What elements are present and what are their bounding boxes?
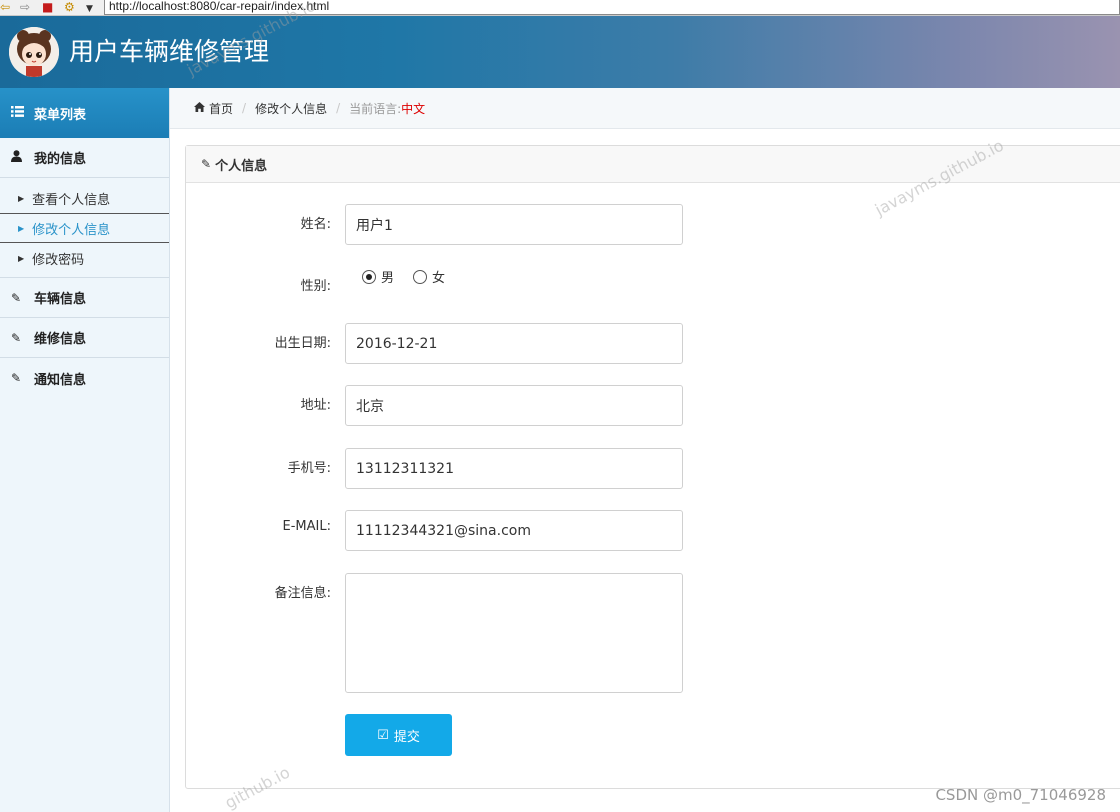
gender-male-label: 男 bbox=[381, 271, 395, 286]
sidebar-group-label: 车辆信息 bbox=[34, 292, 87, 307]
edit-icon: ✎ bbox=[11, 371, 22, 385]
sidebar-group-notice-info[interactable]: ✎ 通知信息 bbox=[0, 358, 169, 398]
language-value[interactable]: 中文 bbox=[401, 100, 425, 117]
breadcrumb: 首页 / 修改个人信息 / 当前语言: 中文 bbox=[170, 88, 1120, 129]
caret-right-icon: ▶ bbox=[18, 193, 25, 203]
stop-icon[interactable]: ■ bbox=[42, 1, 53, 14]
home-icon bbox=[194, 101, 205, 115]
sidebar-group-label: 通知信息 bbox=[34, 372, 87, 388]
sidebar-item-view-profile[interactable]: ▶ 查看个人信息 bbox=[0, 183, 169, 213]
sidebar-group-repair-info[interactable]: ✎ 维修信息 bbox=[0, 318, 169, 358]
remark-textarea[interactable] bbox=[345, 573, 683, 693]
browser-toolbar: ⇦ ⇨ ■ ⚙ ▼ http://localhost:8080/car-repa… bbox=[0, 0, 1120, 16]
phone-field[interactable]: 13112311321 bbox=[345, 448, 683, 489]
caret-right-icon: ▶ bbox=[18, 253, 25, 263]
remark-label: 备注信息: bbox=[274, 586, 331, 601]
app-header: 用户车辆维修管理 bbox=[0, 16, 1120, 88]
panel-title: 个人信息 bbox=[215, 158, 268, 174]
breadcrumb-separator: / bbox=[336, 101, 341, 115]
menu-title: 菜单列表 bbox=[34, 107, 87, 123]
address-bar[interactable]: http://localhost:8080/car-repair/index.h… bbox=[104, 0, 1120, 15]
language-label: 当前语言: bbox=[349, 101, 402, 116]
edit-icon: ✎ bbox=[201, 157, 212, 171]
avatar bbox=[9, 27, 59, 77]
address-field[interactable]: 北京 bbox=[345, 385, 683, 426]
birth-label: 出生日期: bbox=[274, 336, 331, 351]
sidebar-item-label: 查看个人信息 bbox=[32, 192, 111, 208]
sidebar-item-label: 修改个人信息 bbox=[32, 222, 111, 238]
name-label: 姓名: bbox=[300, 217, 331, 232]
submit-button[interactable]: ☑ 提交 bbox=[345, 714, 452, 756]
submit-label: 提交 bbox=[393, 729, 420, 745]
list-icon bbox=[11, 105, 25, 121]
gender-female-label: 女 bbox=[432, 271, 446, 286]
breadcrumb-home[interactable]: 首页 bbox=[209, 100, 233, 117]
user-icon bbox=[11, 150, 25, 165]
birth-date-field[interactable]: 2016-12-21 bbox=[345, 323, 683, 364]
dropdown-icon[interactable]: ▼ bbox=[86, 3, 93, 16]
gender-male-radio[interactable] bbox=[362, 269, 376, 284]
caret-right-icon: ▶ bbox=[18, 223, 25, 233]
gender-label: 性别: bbox=[300, 279, 331, 294]
sidebar-item-label: 修改密码 bbox=[32, 252, 85, 268]
gender-radio-group: 男 女 bbox=[362, 267, 445, 286]
email-field[interactable]: 11112344321@sina.com bbox=[345, 510, 683, 551]
sidebar-item-change-password[interactable]: ▶ 修改密码 bbox=[0, 243, 169, 273]
csdn-watermark: CSDN @m0_71046928 bbox=[935, 786, 1106, 804]
sidebar: 菜单列表 我的信息 ▶ 查看个人信息 ▶ 修改个人信息 ▶ 修改密码 ✎ 车辆信… bbox=[0, 88, 170, 812]
back-icon[interactable]: ⇦ bbox=[0, 1, 10, 14]
edit-icon: ✎ bbox=[11, 330, 22, 345]
profile-panel: ✎ 个人信息 姓名: 用户1 性别: 男 女 出生日期: 2016-12-21 … bbox=[185, 145, 1120, 789]
sidebar-group-my-info[interactable]: 我的信息 bbox=[0, 138, 169, 178]
sidebar-group-vehicle-info[interactable]: ✎ 车辆信息 bbox=[0, 278, 169, 318]
tools-icon[interactable]: ⚙ bbox=[64, 1, 75, 14]
check-square-icon: ☑ bbox=[377, 727, 389, 743]
address-label: 地址: bbox=[300, 398, 331, 413]
name-field[interactable]: 用户1 bbox=[345, 204, 683, 245]
sidebar-item-edit-profile[interactable]: ▶ 修改个人信息 bbox=[0, 213, 169, 243]
phone-label: 手机号: bbox=[287, 461, 331, 476]
menu-header: 菜单列表 bbox=[0, 88, 169, 138]
forward-icon[interactable]: ⇨ bbox=[20, 1, 30, 14]
gender-female-radio[interactable] bbox=[413, 269, 428, 284]
breadcrumb-current: 修改个人信息 bbox=[255, 101, 328, 116]
edit-icon: ✎ bbox=[11, 290, 22, 305]
email-label: E-MAIL: bbox=[282, 519, 331, 534]
sidebar-group-label: 维修信息 bbox=[34, 332, 87, 347]
breadcrumb-separator: / bbox=[242, 101, 247, 115]
sidebar-group-label: 我的信息 bbox=[34, 152, 87, 167]
my-info-submenu: ▶ 查看个人信息 ▶ 修改个人信息 ▶ 修改密码 bbox=[0, 178, 169, 278]
